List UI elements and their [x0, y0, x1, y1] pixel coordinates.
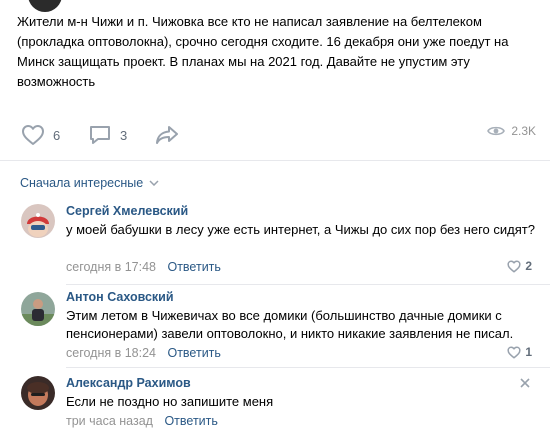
chevron-down-icon: [149, 180, 159, 186]
close-icon[interactable]: [520, 378, 530, 388]
heart-icon: [507, 345, 521, 359]
comment-text: Если не поздно но запишите меня: [66, 394, 274, 409]
views-count: 2.3K: [511, 124, 536, 138]
post-text: Жители м-н Чижи и п. Чижовка все кто не …: [17, 14, 509, 89]
avatar-image: [21, 204, 55, 238]
views-counter: 2.3K: [487, 124, 536, 138]
share-button[interactable]: [154, 124, 180, 146]
avatar-image: [21, 376, 55, 410]
comment-time: сегодня в 18:24: [66, 346, 156, 360]
like-button[interactable]: 6: [21, 124, 60, 146]
divider: [66, 284, 550, 285]
avatar-image: [21, 292, 55, 326]
comment-meta: сегодня в 17:48 Ответить: [66, 260, 221, 274]
comment-time: три часа назад: [66, 414, 153, 428]
avatar[interactable]: [21, 376, 55, 410]
divider: [66, 367, 550, 368]
comment-item: Антон Саховский Этим летом в Чижевичах в…: [0, 288, 550, 368]
avatar[interactable]: [21, 204, 55, 238]
comment-count: 3: [120, 127, 128, 143]
divider: [0, 160, 550, 161]
comments-sort-dropdown[interactable]: Сначала интересные: [20, 176, 159, 190]
reply-link[interactable]: Ответить: [167, 346, 220, 360]
comment-like-count: 1: [525, 345, 532, 359]
heart-icon: [507, 259, 521, 273]
sort-label: Сначала интересные: [20, 176, 144, 190]
comment-author[interactable]: Александр Рахимов: [66, 376, 191, 390]
reply-link[interactable]: Ответить: [167, 260, 220, 274]
share-arrow-icon: [156, 126, 178, 144]
comment-meta: три часа назад Ответить: [66, 414, 218, 428]
comment-button[interactable]: 3: [88, 124, 127, 146]
comment-bubble-icon: [90, 126, 110, 144]
comment-item: Александр Рахимов Если не поздно но запи…: [0, 374, 550, 429]
comment-meta: сегодня в 18:24 Ответить: [66, 346, 221, 360]
avatar[interactable]: [21, 292, 55, 326]
comment-text: у моей бабушки в лесу уже есть интернет,…: [66, 222, 535, 237]
comment-text: Этим летом в Чижевичах во все домики (бо…: [66, 308, 514, 341]
comment-like-button[interactable]: 2: [507, 259, 532, 273]
eye-icon: [487, 126, 506, 136]
comment-like-button[interactable]: 1: [507, 345, 532, 359]
comment-author[interactable]: Сергей Хмелевский: [66, 204, 188, 218]
like-count: 6: [53, 127, 61, 143]
post-author-avatar[interactable]: [28, 0, 62, 12]
post-actions-bar: 6 3 2.3K: [0, 118, 550, 154]
heart-icon: [22, 125, 44, 145]
comment-like-count: 2: [525, 259, 532, 273]
comment-item: Сергей Хмелевский у моей бабушки в лесу …: [0, 200, 550, 285]
comment-author[interactable]: Антон Саховский: [66, 290, 174, 304]
reply-link[interactable]: Ответить: [164, 414, 217, 428]
comment-time: сегодня в 17:48: [66, 260, 156, 274]
